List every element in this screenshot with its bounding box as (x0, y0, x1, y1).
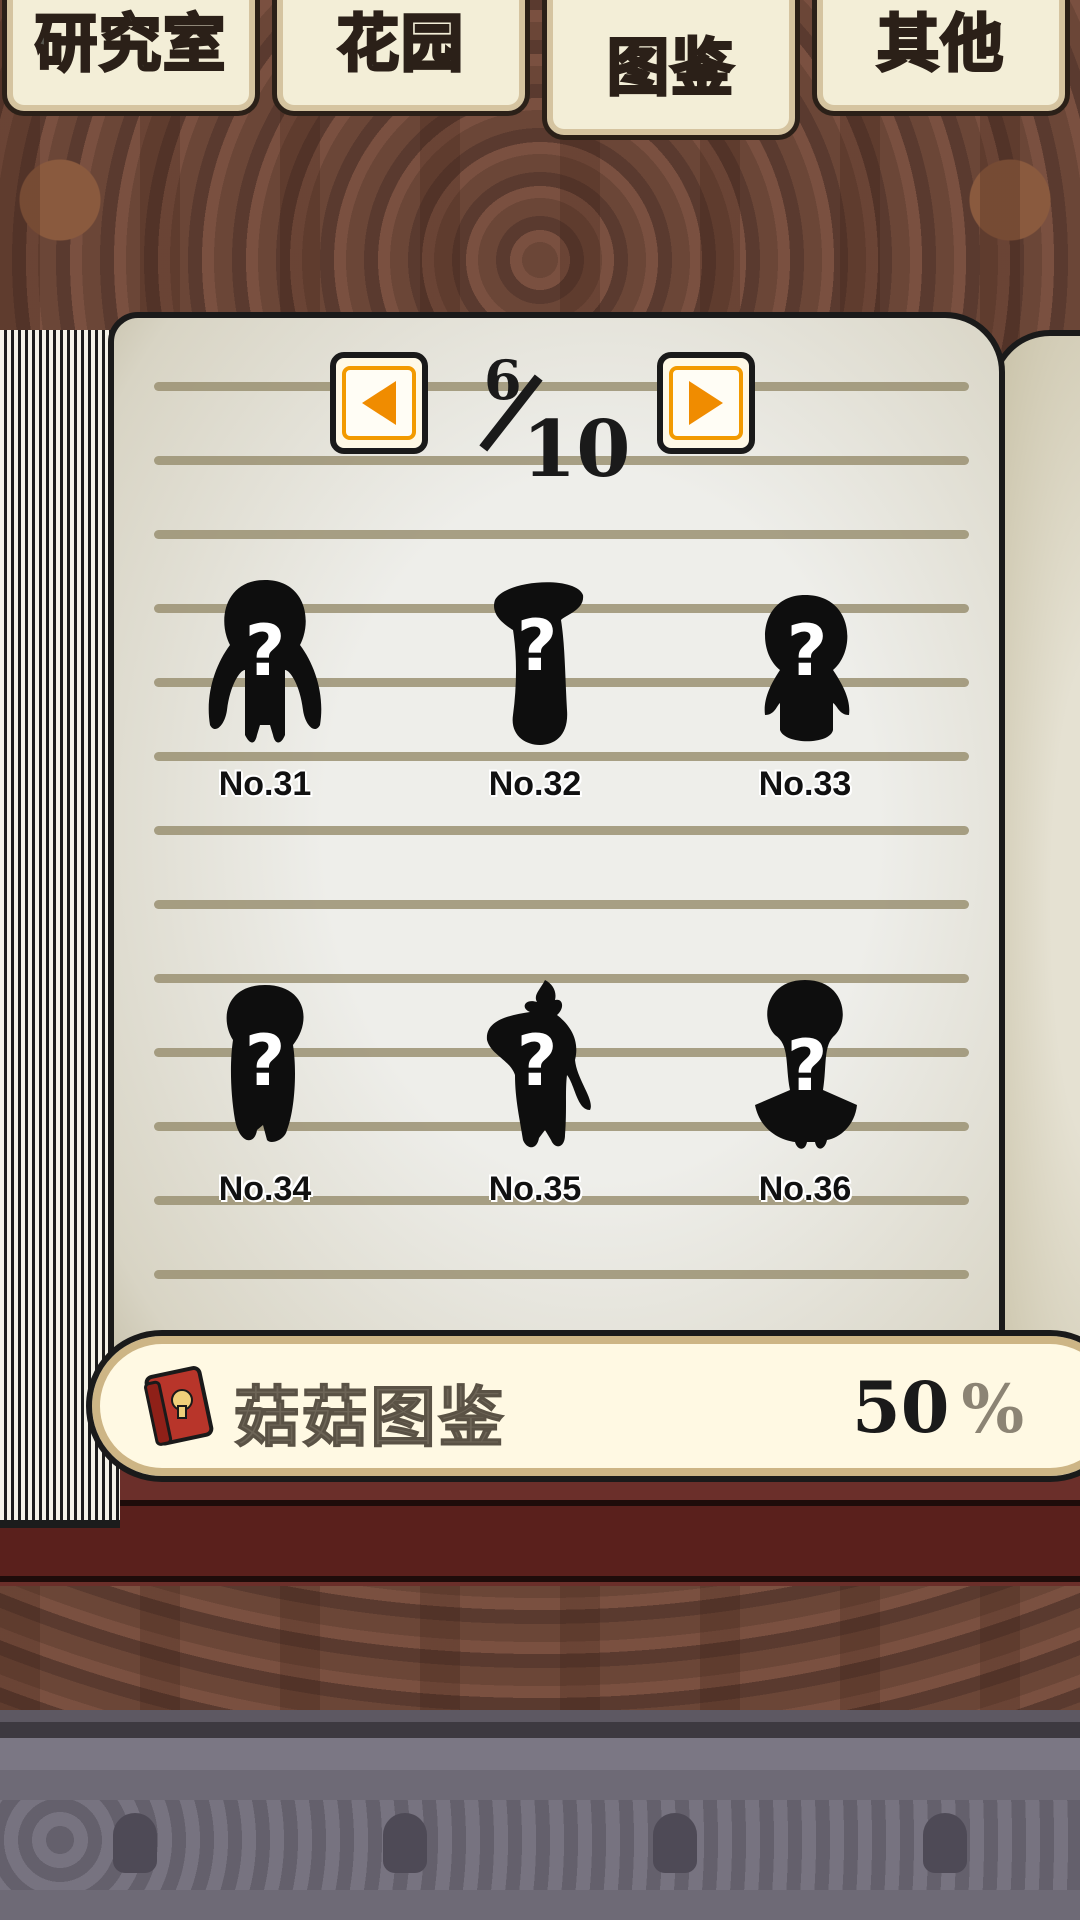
ruled-line (154, 382, 969, 391)
mushroom-ornament-icon (113, 1813, 157, 1873)
tab-encyclopedia[interactable]: 图鉴 (542, 0, 800, 140)
tab-encyclopedia-label: 图鉴 (605, 30, 735, 106)
entry-card[interactable]: ? No.35 (440, 980, 630, 1240)
progress-title: 菇菇图鉴 (234, 1379, 506, 1457)
tab-other[interactable]: 其他 (812, 0, 1070, 116)
entry-number: No.36 (758, 1170, 852, 1208)
entry-number: No.31 (218, 765, 312, 803)
prev-page-button[interactable] (330, 352, 428, 454)
svg-text:?: ? (787, 1025, 828, 1107)
book-page-edges (0, 330, 120, 1528)
ornament-mushrooms (0, 1798, 1080, 1888)
tab-lab[interactable]: 研究室 (2, 0, 260, 116)
bottom-ornament-bar (0, 1710, 1080, 1920)
mushroom-ornament-icon (923, 1813, 967, 1873)
tab-lab-label: 研究室 (33, 6, 227, 82)
svg-text:?: ? (787, 610, 828, 692)
progress-percent-number: 50 (852, 1366, 950, 1449)
mushroom-silhouette-icon: ? (764, 595, 850, 742)
tab-garden[interactable]: 花园 (272, 0, 530, 116)
mushroom-silhouette-icon: ? (486, 980, 591, 1148)
entry-number: No.34 (218, 1170, 312, 1208)
entry-card[interactable]: ? No.36 (710, 980, 900, 1240)
ruled-line (154, 900, 969, 909)
entry-number: No.35 (488, 1170, 582, 1208)
left-arrow-icon (342, 366, 416, 440)
right-arrow-icon (669, 366, 743, 440)
book-icon (142, 1366, 214, 1450)
svg-text:?: ? (245, 1020, 286, 1102)
entry-card[interactable]: ? No.31 (170, 575, 360, 835)
ruled-line (154, 530, 969, 539)
entry-number: No.33 (758, 765, 852, 803)
svg-text:?: ? (245, 610, 286, 692)
mushroom-ornament-icon (383, 1813, 427, 1873)
mushroom-ornament-icon (653, 1813, 697, 1873)
tab-garden-label: 花园 (335, 6, 465, 82)
mushroom-silhouette-icon: ? (494, 582, 584, 745)
tab-other-label: 其他 (875, 6, 1005, 82)
entry-card[interactable]: ? No.34 (170, 980, 360, 1240)
entry-number: No.32 (488, 765, 582, 803)
page-total: 10 (522, 404, 631, 495)
collection-progress-bar: 菇菇图鉴 50% (86, 1330, 1080, 1482)
entry-card[interactable]: ? No.33 (710, 575, 900, 835)
mushroom-silhouette-icon: ? (208, 580, 322, 743)
mushroom-silhouette-icon: ? (226, 985, 304, 1142)
next-page-button[interactable] (657, 352, 755, 454)
mushroom-silhouette-icon: ? (755, 980, 857, 1149)
progress-value: 50% (852, 1366, 1024, 1449)
entry-card[interactable]: ? No.32 (440, 575, 630, 835)
svg-text:?: ? (517, 1020, 558, 1102)
book-base (0, 1500, 1080, 1582)
ruled-line (154, 1270, 969, 1279)
progress-percent-sign: % (961, 1370, 1025, 1448)
svg-text:?: ? (517, 605, 558, 687)
